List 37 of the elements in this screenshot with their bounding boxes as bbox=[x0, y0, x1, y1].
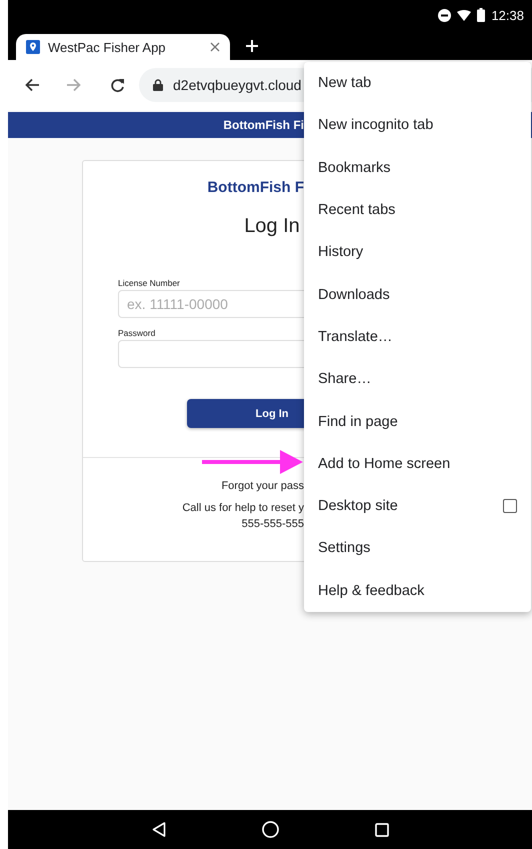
forgot-password-text: Forgot your pass bbox=[220, 480, 304, 492]
do-not-disturb-icon bbox=[438, 8, 452, 22]
map-pin-icon bbox=[26, 40, 40, 54]
brand-title: BottomFish F bbox=[206, 179, 304, 196]
back-triangle-icon[interactable] bbox=[152, 822, 166, 837]
menu-item[interactable]: Desktop site bbox=[304, 484, 531, 528]
menu-item[interactable]: New incognito tab bbox=[304, 104, 531, 147]
login-heading: Log In bbox=[243, 215, 301, 238]
url-text: d2etvqbueygvt.cloud bbox=[173, 77, 302, 93]
menu-item[interactable]: History bbox=[304, 231, 531, 274]
new-tab-icon[interactable] bbox=[246, 40, 258, 52]
menu-item[interactable]: Settings bbox=[304, 527, 531, 570]
menu-item[interactable]: Bookmarks bbox=[304, 146, 531, 189]
reload-icon[interactable] bbox=[110, 78, 125, 92]
menu-item-label: Desktop site bbox=[318, 498, 398, 514]
phone-number: 555-555-555 bbox=[240, 518, 304, 530]
lock-icon bbox=[153, 79, 163, 91]
help-text: Call us for help to reset y bbox=[181, 502, 304, 514]
menu-item[interactable]: Help & feedback bbox=[304, 570, 531, 612]
checkbox[interactable] bbox=[503, 499, 517, 514]
tab-title: WestPac Fisher App bbox=[48, 40, 167, 54]
menu-item[interactable]: New tab bbox=[304, 62, 531, 104]
menu-item[interactable]: Share… bbox=[304, 358, 531, 400]
field-label: License Number bbox=[118, 278, 180, 288]
close-icon[interactable] bbox=[210, 42, 220, 52]
recents-square-icon[interactable] bbox=[374, 822, 388, 836]
browser-tab[interactable]: WestPac Fisher App bbox=[16, 34, 230, 60]
field-label: Password bbox=[118, 328, 156, 338]
menu-item[interactable]: Translate… bbox=[304, 316, 531, 358]
battery-icon bbox=[477, 8, 486, 22]
wifi-icon bbox=[457, 10, 472, 20]
home-circle-icon[interactable] bbox=[262, 821, 278, 838]
menu-item[interactable]: Add to Home screen bbox=[304, 442, 531, 485]
app-header-title: BottomFish Fi bbox=[222, 118, 304, 132]
menu-item[interactable]: Recent tabs bbox=[304, 188, 531, 232]
back-arrow-icon[interactable] bbox=[25, 78, 39, 92]
clock-time: 12:38 bbox=[491, 8, 524, 22]
